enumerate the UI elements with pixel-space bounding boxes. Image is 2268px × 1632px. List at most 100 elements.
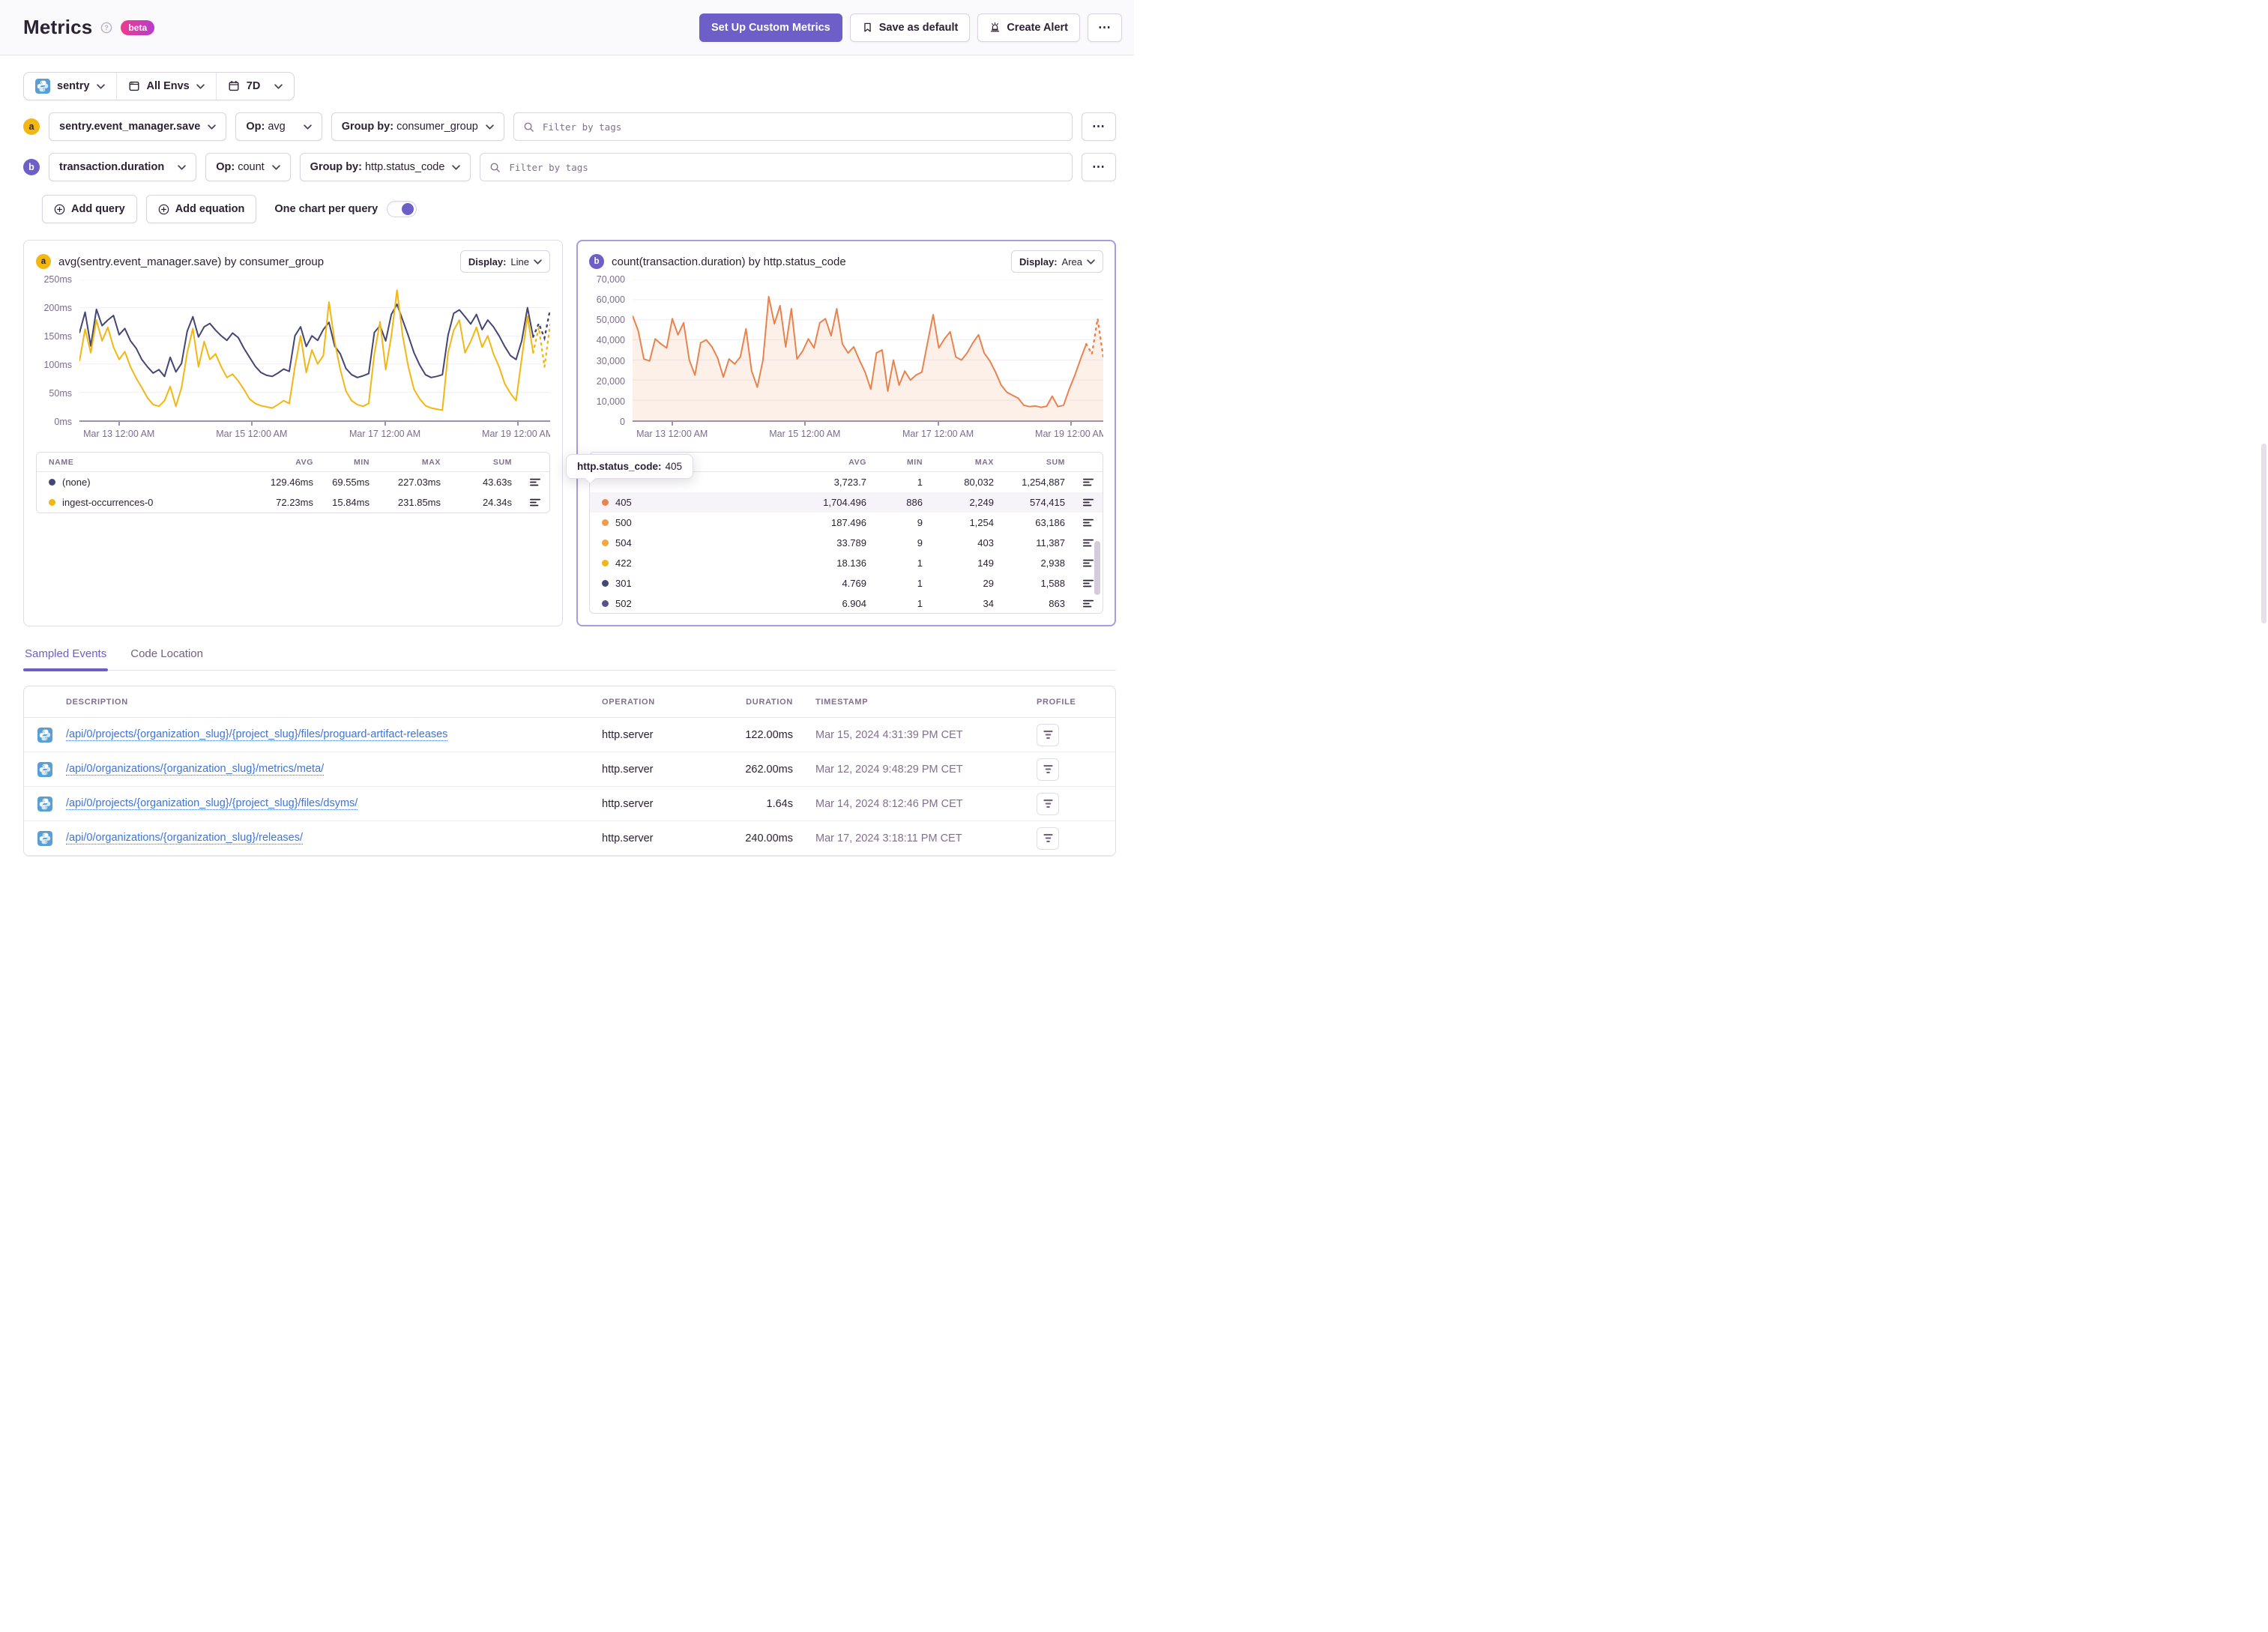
table-scrollbar-thumb[interactable]: [1094, 541, 1100, 595]
series-min: 9: [917, 517, 923, 528]
y-axis-tick-label: 10,000: [596, 396, 625, 407]
chart-title-a: avg(sentry.event_manager.save) by consum…: [58, 255, 325, 268]
page-scrollbar[interactable]: [2261, 444, 2267, 623]
summary-row[interactable]: 504 33.789 9 403 11,387: [590, 533, 1103, 553]
display-select-b[interactable]: Display: Area: [1010, 250, 1103, 273]
focus-series-button[interactable]: [1065, 519, 1097, 527]
open-profile-button[interactable]: [1037, 792, 1059, 815]
open-profile-button[interactable]: [1037, 826, 1059, 850]
focus-series-button[interactable]: [1065, 539, 1097, 547]
x-axis: Mar 13 12:00 AM Mar 15 12:00 AM Mar 17 12:…: [79, 422, 550, 444]
event-operation: http.server: [602, 797, 654, 810]
profiling-icon: [1043, 765, 1053, 773]
summary-column-name: NAME: [49, 457, 74, 467]
series-name-cell: 504: [602, 537, 780, 548]
chart-area-a: 0ms 50ms 100ms 150ms 200ms 250ms: [36, 274, 550, 427]
op-select-b[interactable]: Op: count: [205, 153, 291, 181]
metric-select-b[interactable]: transaction.duration: [49, 153, 197, 181]
summary-row[interactable]: 422 18.136 1 149 2,938: [590, 553, 1103, 573]
open-profile-button[interactable]: [1037, 758, 1059, 781]
tab-sampled-events[interactable]: Sampled Events: [23, 647, 109, 671]
plus-circle-icon: [54, 204, 65, 214]
query-b-more-button[interactable]: ⋯: [1082, 153, 1116, 181]
header-actions: Set Up Custom Metrics Save as default Cr…: [699, 13, 1122, 42]
filter-lines-icon: [1083, 599, 1094, 608]
add-equation-button[interactable]: Add equation: [145, 195, 257, 223]
environment-select[interactable]: All Envs: [115, 73, 216, 100]
query-a-more-button[interactable]: ⋯: [1082, 112, 1116, 141]
open-profile-button[interactable]: [1037, 723, 1059, 746]
events-table-header: DESCRIPTION OPERATION DURATION TIMESTAMP…: [24, 686, 1115, 718]
display-select-a[interactable]: Display: Line: [459, 250, 550, 273]
event-platform-icon: [24, 830, 66, 846]
summary-row[interactable]: (none) 129.46ms 69.55ms 227.03ms 43.63s: [37, 472, 549, 492]
event-row: /api/0/organizations/{organization_slug}…: [24, 752, 1115, 787]
chart-area-b: 0 10,000 20,000 30,000 40,000 50,000 60,000 70,…: [589, 274, 1103, 427]
focus-series-button[interactable]: [512, 478, 543, 486]
help-icon[interactable]: ?: [100, 22, 112, 34]
save-as-default-button[interactable]: Save as default: [849, 13, 971, 42]
event-row: /api/0/organizations/{organization_slug}…: [24, 821, 1115, 856]
focus-series-button[interactable]: [1065, 478, 1097, 486]
tag-filter-input-a[interactable]: [540, 120, 1063, 133]
project-select[interactable]: sentry: [24, 73, 116, 100]
col-description: DESCRIPTION: [66, 697, 128, 707]
area-chart-canvas[interactable]: [633, 279, 1103, 422]
op-select-a[interactable]: Op: avg: [235, 112, 322, 141]
python-icon: [37, 796, 52, 812]
focus-series-button[interactable]: [1065, 599, 1097, 608]
groupby-select-a[interactable]: Group by: consumer_group: [331, 112, 504, 141]
y-axis-tick-label: 70,000: [596, 274, 625, 285]
metric-select-a[interactable]: sentry.event_manager.save: [49, 112, 227, 141]
search-icon: [491, 163, 501, 172]
series-name: (none): [62, 477, 91, 488]
focus-series-button[interactable]: [512, 498, 543, 507]
add-query-button[interactable]: Add query: [42, 195, 137, 223]
create-alert-button[interactable]: Create Alert: [977, 13, 1080, 42]
event-description-link[interactable]: /api/0/projects/{organization_slug}/{pro…: [66, 797, 358, 810]
search-icon: [524, 122, 534, 132]
project-python-icon: [35, 79, 50, 94]
query-badge-a: a: [36, 254, 51, 269]
filter-lines-icon: [1083, 498, 1094, 507]
event-description-link[interactable]: /api/0/organizations/{organization_slug}…: [66, 763, 325, 776]
y-axis-tick-label: 150ms: [43, 331, 72, 342]
environment-select-value: All Envs: [146, 80, 190, 92]
summary-row[interactable]: 500 187.496 9 1,254 63,186: [590, 513, 1103, 533]
summary-row[interactable]: 405 1,704.496 886 2,249 574,415: [590, 492, 1103, 513]
chart-card-b[interactable]: b count(transaction.duration) by http.st…: [566, 240, 1116, 626]
summary-column-min: MIN: [906, 457, 923, 467]
setup-custom-metrics-button[interactable]: Set Up Custom Metrics: [699, 13, 842, 42]
summary-row[interactable]: 502 6.904 1 34 863: [590, 593, 1103, 613]
chevron-down-icon: [271, 164, 280, 170]
x-axis-tick-label: Mar 19 12:00 AM: [1035, 429, 1103, 439]
line-chart-canvas[interactable]: [79, 279, 550, 422]
series-min: 1: [917, 477, 923, 488]
event-description-link[interactable]: /api/0/projects/{organization_slug}/{pro…: [66, 728, 448, 741]
summary-column-max: MAX: [421, 457, 441, 467]
series-max: 29: [983, 578, 994, 589]
series-name-cell: ingest-occurrences-0: [49, 497, 227, 508]
series-sum: 1,588: [1040, 578, 1065, 589]
focus-series-button[interactable]: [1065, 579, 1097, 587]
col-timestamp: TIMESTAMP: [815, 697, 869, 707]
groupby-select-b[interactable]: Group by: http.status_code: [299, 153, 471, 181]
chart-card-a[interactable]: a avg(sentry.event_manager.save) by cons…: [23, 240, 563, 626]
tab-code-location[interactable]: Code Location: [129, 647, 205, 670]
chevron-down-icon: [178, 164, 186, 170]
focus-series-button[interactable]: [1065, 498, 1097, 507]
event-timestamp: Mar 14, 2024 8:12:46 PM CET: [815, 797, 963, 810]
summary-column-min: MIN: [353, 457, 370, 467]
summary-column-sum: SUM: [492, 457, 512, 467]
event-description-link[interactable]: /api/0/organizations/{organization_slug}…: [66, 832, 303, 844]
one-chart-per-query-toggle[interactable]: [387, 201, 417, 217]
focus-series-button[interactable]: [1065, 559, 1097, 567]
date-range-select[interactable]: 7D: [215, 73, 295, 100]
series-name: 301: [615, 578, 632, 589]
series-name: 504: [615, 537, 632, 548]
event-timestamp: Mar 12, 2024 9:48:29 PM CET: [815, 763, 963, 776]
header-more-button[interactable]: ⋯: [1088, 13, 1122, 42]
summary-row[interactable]: ingest-occurrences-0 72.23ms 15.84ms 231.85…: [37, 492, 549, 513]
tag-filter-input-b[interactable]: [507, 160, 1063, 174]
summary-row[interactable]: 301 4.769 1 29 1,588: [590, 573, 1103, 593]
